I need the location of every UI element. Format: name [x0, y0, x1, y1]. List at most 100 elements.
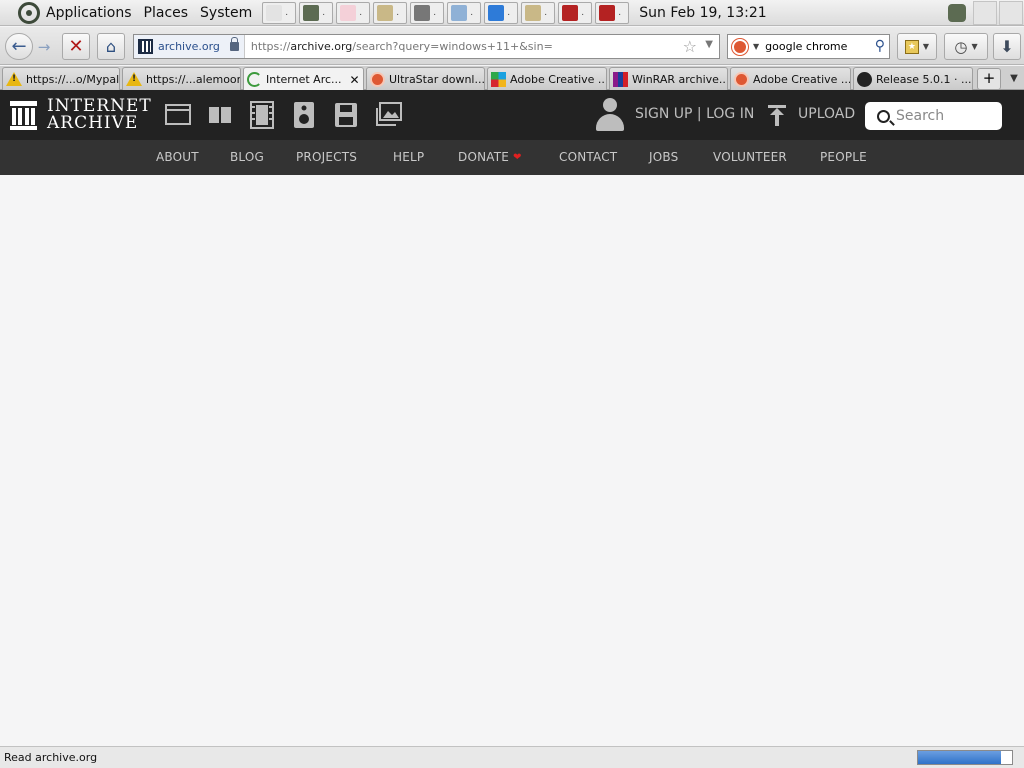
pale-moon-raccoon-icon	[303, 4, 320, 21]
launcher-ellipsis: .	[470, 7, 474, 18]
archive-top-bar: INTERNET ARCHIVE SIGN UP | LOG IN UPLOAD…	[0, 90, 1024, 140]
chart-app-icon	[525, 4, 542, 21]
workspace-2[interactable]	[999, 1, 1023, 25]
home-button[interactable]: ⌂	[97, 33, 125, 60]
video-icon[interactable]	[250, 101, 274, 129]
tab-mypal[interactable]: https://...o/Mypal/	[2, 67, 120, 90]
tab-palemoon[interactable]: https://...alemoon	[122, 67, 241, 90]
tab-github-release[interactable]: Release 5.0.1 · ...	[853, 67, 973, 90]
archive-logo-text[interactable]: INTERNET ARCHIVE	[47, 98, 152, 132]
launcher-button[interactable]: .	[595, 1, 630, 24]
web-icon[interactable]	[165, 103, 191, 127]
status-bar: Read archive.org	[0, 746, 1024, 768]
identity-host: archive.org	[158, 40, 220, 53]
tab-ultrastar[interactable]: UltraStar downl...	[366, 67, 485, 90]
raccoon-tray-icon[interactable]	[942, 0, 972, 26]
tab-label: https://...alemoon	[146, 72, 241, 86]
loading-progress-bar	[917, 750, 1013, 765]
launcher-button[interactable]: .	[521, 1, 556, 24]
file-manager-icon	[266, 4, 283, 21]
search-go-icon[interactable]: ⚲	[875, 38, 885, 54]
upload-arrow-icon[interactable]	[768, 105, 786, 126]
sign-up-log-in-link[interactable]: SIGN UP | LOG IN	[635, 106, 754, 122]
launcher-button[interactable]: .	[336, 1, 371, 24]
launcher-button[interactable]: .	[299, 1, 334, 24]
tab-adobe-creative-1[interactable]: Adobe Creative ...	[487, 67, 607, 90]
launcher-button[interactable]: .	[410, 1, 445, 24]
duckduckgo-engine-icon[interactable]	[732, 38, 748, 55]
terminal-icon	[414, 4, 431, 21]
duckduckgo-icon	[370, 71, 385, 87]
nav-jobs[interactable]: JOBS	[649, 150, 678, 164]
tab-label: UltraStar downl...	[389, 72, 485, 86]
pixel-art-icon	[340, 4, 357, 21]
tab-winrar[interactable]: WinRAR archive...	[609, 67, 728, 90]
tab-label: Internet Arc...	[266, 73, 342, 86]
home-icon: ⌂	[105, 37, 117, 56]
places-menu[interactable]: Places	[138, 5, 195, 21]
bookmarks-menu-button[interactable]: ★ ▼	[897, 33, 937, 60]
launcher-ellipsis: .	[618, 7, 622, 18]
panel-clock[interactable]: Sun Feb 19, 13:21	[639, 5, 766, 21]
nav-about[interactable]: ABOUT	[156, 150, 199, 164]
launcher-button[interactable]: .	[558, 1, 593, 24]
tab-adobe-creative-2[interactable]: Adobe Creative ...	[730, 67, 851, 90]
url-text[interactable]: https://archive.org/search?query=windows…	[251, 40, 553, 53]
loading-spinner-icon	[247, 72, 262, 87]
arrow-right-icon: →	[37, 37, 51, 56]
panel-launchers: ..........	[262, 1, 630, 24]
site-identity-button[interactable]: archive.org	[134, 35, 245, 58]
nav-donate[interactable]: DONATE	[458, 150, 509, 164]
progress-fill	[918, 751, 1001, 764]
forward-button[interactable]: →	[33, 33, 55, 60]
url-dropdown-icon[interactable]: ▼	[705, 39, 713, 50]
archive-search-input[interactable]: Search	[865, 102, 1002, 130]
panel-tray	[942, 0, 1024, 26]
chrome-icon	[488, 4, 505, 21]
chart-app-icon	[377, 4, 394, 21]
nav-blog[interactable]: BLOG	[230, 150, 264, 164]
images-icon[interactable]	[376, 102, 402, 126]
url-bar[interactable]: archive.org https://archive.org/search?q…	[133, 34, 720, 59]
nav-contact[interactable]: CONTACT	[559, 150, 617, 164]
all-tabs-button[interactable]: ▼	[1006, 70, 1022, 88]
upload-link[interactable]: UPLOAD	[798, 106, 855, 122]
audio-icon[interactable]	[293, 101, 315, 129]
downloads-button[interactable]: ⬇	[993, 33, 1021, 60]
texts-icon[interactable]	[207, 103, 233, 127]
heart-icon: ❤	[513, 152, 522, 163]
bookmark-star-icon[interactable]: ☆	[683, 37, 697, 56]
search-bar[interactable]: ▼ google chrome ⚲	[727, 34, 890, 59]
chevron-down-icon: ▼	[971, 42, 978, 51]
tab-label: Adobe Creative ...	[510, 72, 607, 86]
github-icon	[857, 71, 872, 87]
launcher-ellipsis: .	[544, 7, 548, 18]
nav-help[interactable]: HELP	[393, 150, 424, 164]
navigation-toolbar: ← → ✕ ⌂ archive.org https://archive.org/…	[0, 27, 1024, 65]
applications-menu[interactable]: Applications	[40, 5, 138, 21]
launcher-button[interactable]: .	[373, 1, 408, 24]
nav-people[interactable]: PEOPLE	[820, 150, 867, 164]
user-avatar-icon[interactable]	[596, 98, 624, 131]
software-icon[interactable]	[334, 102, 358, 128]
launcher-button[interactable]: .	[262, 1, 297, 24]
system-menu[interactable]: System	[194, 5, 258, 21]
gnome-foot-icon[interactable]	[18, 1, 40, 24]
search-query-text[interactable]: google chrome	[765, 40, 847, 53]
nav-volunteer[interactable]: VOLUNTEER	[713, 150, 787, 164]
launcher-button[interactable]: .	[447, 1, 482, 24]
stop-button[interactable]: ✕	[62, 33, 90, 60]
new-tab-button[interactable]: +	[977, 68, 1001, 90]
page-content-area	[0, 175, 1024, 746]
archive-building-icon[interactable]	[10, 101, 37, 130]
engine-dropdown-icon[interactable]: ▼	[753, 42, 759, 51]
back-button[interactable]: ←	[5, 33, 33, 60]
launcher-button[interactable]: .	[484, 1, 519, 24]
history-button[interactable]: ◷ ▼	[944, 33, 988, 60]
plus-icon: +	[982, 69, 996, 87]
tab-close-icon[interactable]: ✕	[350, 73, 360, 87]
download-arrow-icon: ⬇	[1000, 37, 1014, 56]
nav-projects[interactable]: PROJECTS	[296, 150, 357, 164]
tab-internet-archive[interactable]: Internet Arc... ✕	[243, 67, 364, 91]
workspace-1[interactable]	[973, 1, 997, 25]
